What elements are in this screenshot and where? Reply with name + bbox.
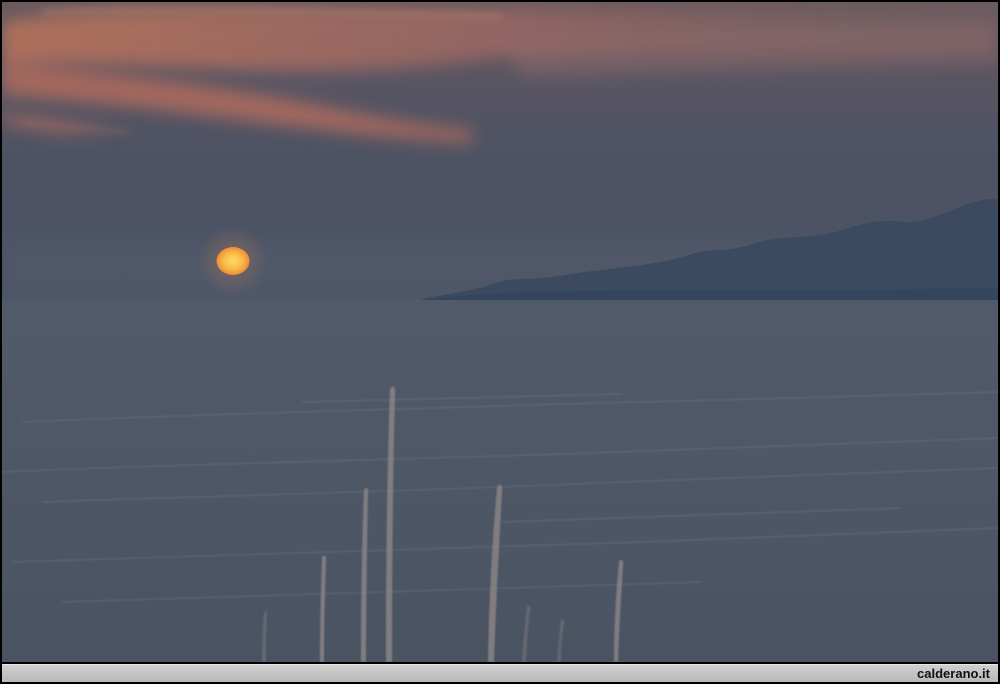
caption-bar: calderano.it xyxy=(2,664,998,682)
sunset-photo xyxy=(2,2,998,662)
sun xyxy=(216,247,250,275)
sea xyxy=(2,300,998,662)
watermark: calderano.it xyxy=(917,666,990,681)
photo-frame: calderano.it xyxy=(0,0,1000,684)
sunset-scene xyxy=(2,2,998,662)
